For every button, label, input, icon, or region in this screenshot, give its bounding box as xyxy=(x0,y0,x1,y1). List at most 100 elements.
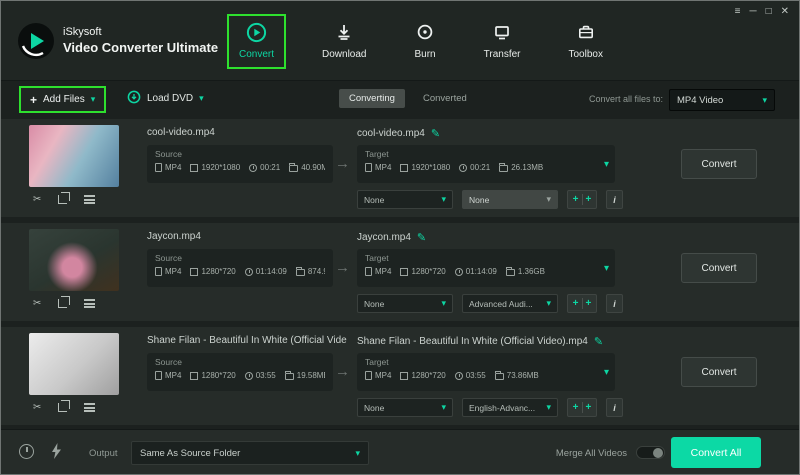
merge-toggle[interactable] xyxy=(636,446,665,459)
edit-icon[interactable]: ✎ xyxy=(417,231,426,244)
schedule-clock-icon[interactable] xyxy=(19,444,34,459)
video-row: ✂ Shane Filan - Beautiful In White (Offi… xyxy=(1,327,799,425)
target-settings-chevron-icon[interactable]: ▾ xyxy=(604,159,609,170)
tab-convert-label: Convert xyxy=(239,49,275,60)
tab-converted[interactable]: Converted xyxy=(413,89,477,108)
tab-transfer[interactable]: Transfer xyxy=(472,14,533,69)
target-panel: Target MP4 1280*720 01:14:09 1.36GB ▾ xyxy=(357,249,615,287)
edit-icon[interactable]: ✎ xyxy=(431,127,440,140)
format-item: MP4 xyxy=(365,267,391,276)
target-settings-chevron-icon[interactable]: ▾ xyxy=(604,367,609,378)
source-filename: Shane Filan - Beautiful In White (Offici… xyxy=(147,335,347,346)
maximize-button[interactable]: □ xyxy=(766,6,772,17)
effects-icon[interactable] xyxy=(84,401,96,413)
audio-dropdown[interactable]: None ▾ xyxy=(462,190,558,209)
trim-icon[interactable]: ✂ xyxy=(33,401,41,413)
trim-icon[interactable]: ✂ xyxy=(33,297,41,309)
transfer-icon xyxy=(493,21,511,43)
plus-icon: + xyxy=(30,92,38,107)
close-button[interactable]: ✕ xyxy=(781,6,789,17)
chevron-down-icon: ▾ xyxy=(546,402,551,412)
info-icon[interactable]: i xyxy=(606,398,623,417)
load-dvd-button[interactable]: Load DVD ▾ xyxy=(127,90,204,107)
source-label: Source xyxy=(155,253,182,263)
minimize-button[interactable]: ─ xyxy=(749,6,756,17)
download-icon xyxy=(335,21,353,43)
tab-converting[interactable]: Converting xyxy=(339,89,405,108)
tab-toolbox-label: Toolbox xyxy=(568,49,603,60)
format-item: MP4 xyxy=(155,163,181,172)
file-list: ✂ cool-video.mp4 Source MP4 1920*1080 00… xyxy=(1,119,799,431)
subtitle-dropdown[interactable]: None ▾ xyxy=(357,190,453,209)
audio-dropdown[interactable]: English-Advanc... ▾ xyxy=(462,398,558,417)
preset-row: None ▾ Advanced Audi... ▾ + + i xyxy=(357,294,623,313)
chevron-down-icon: ▾ xyxy=(546,298,551,308)
subtitle-dropdown[interactable]: None ▾ xyxy=(357,398,453,417)
video-thumbnail[interactable] xyxy=(29,125,119,187)
thumbnail-tools: ✂ xyxy=(33,399,117,413)
video-thumbnail[interactable] xyxy=(29,333,119,395)
subtitle-dropdown[interactable]: None ▾ xyxy=(357,294,453,313)
convert-button[interactable]: Convert xyxy=(681,253,757,283)
duration-item: 03:55 xyxy=(454,371,486,380)
resolution-item: 1920*1080 xyxy=(190,163,240,172)
video-thumbnail[interactable] xyxy=(29,229,119,291)
trim-icon[interactable]: ✂ xyxy=(33,193,41,205)
tab-download-label: Download xyxy=(322,49,367,60)
product-name: Video Converter Ultimate xyxy=(63,40,219,55)
target-settings-chevron-icon[interactable]: ▾ xyxy=(604,263,609,274)
clock-icon xyxy=(454,267,463,276)
tab-burn[interactable]: Burn xyxy=(403,14,448,69)
source-filename: cool-video.mp4 xyxy=(147,127,215,138)
effects-icon[interactable] xyxy=(84,193,96,205)
format-item: MP4 xyxy=(365,371,391,380)
info-icon[interactable]: i xyxy=(606,190,623,209)
edit-icon[interactable]: ✎ xyxy=(594,335,603,348)
add-files-button[interactable]: + Add Files ▾ xyxy=(19,86,107,113)
target-panel: Target MP4 1280*720 03:55 73.86MB ▾ xyxy=(357,353,615,391)
convert-all-button[interactable]: Convert All xyxy=(671,437,761,468)
clock-icon xyxy=(244,371,253,380)
target-label: Target xyxy=(365,253,389,263)
duration-item: 00:21 xyxy=(459,163,490,172)
toolbox-icon xyxy=(577,21,595,43)
file-icon xyxy=(365,267,372,276)
output-folder-dropdown[interactable]: Same As Source Folder ▾ xyxy=(131,441,369,465)
menu-icon[interactable]: ≡ xyxy=(735,6,741,17)
output-format-dropdown[interactable]: MP4 Video ▾ xyxy=(669,89,775,111)
effects-icon[interactable] xyxy=(84,297,96,309)
crop-icon[interactable] xyxy=(58,295,71,309)
toolbar: + Add Files ▾ Load DVD ▾ Converting Conv… xyxy=(1,82,799,118)
output-format-value: MP4 Video xyxy=(677,94,724,106)
video-row: ✂ cool-video.mp4 Source MP4 1920*1080 00… xyxy=(1,119,799,217)
chevron-down-icon: ▾ xyxy=(199,93,204,103)
info-icon[interactable]: i xyxy=(606,294,623,313)
resolution-item: 1920*1080 xyxy=(400,163,450,172)
target-filename: Jaycon.mp4 xyxy=(357,232,411,243)
add-track-button[interactable]: + + xyxy=(567,398,597,417)
main-nav: Convert Download Burn Transfer Toolbox xyxy=(227,14,615,69)
tab-download[interactable]: Download xyxy=(310,14,378,69)
folder-icon xyxy=(494,371,504,380)
convert-button[interactable]: Convert xyxy=(681,357,757,387)
convert-button[interactable]: Convert xyxy=(681,149,757,179)
resolution-item: 1280*720 xyxy=(400,371,446,380)
size-item: 40.90MB xyxy=(289,163,325,172)
high-speed-icon[interactable] xyxy=(51,443,62,464)
audio-dropdown[interactable]: Advanced Audi... ▾ xyxy=(462,294,558,313)
add-track-button[interactable]: + + xyxy=(567,190,597,209)
tab-toolbox[interactable]: Toolbox xyxy=(557,14,615,69)
app-logo-icon xyxy=(17,22,55,60)
target-filename-row: cool-video.mp4 ✎ xyxy=(357,127,440,140)
crop-icon[interactable] xyxy=(58,191,71,205)
crop-icon[interactable] xyxy=(58,399,71,413)
tab-convert[interactable]: Convert xyxy=(227,14,287,69)
source-meta: MP4 1280*720 03:55 19.58MB xyxy=(155,371,325,380)
target-label: Target xyxy=(365,149,389,159)
source-panel: Source MP4 1920*1080 00:21 40.90MB xyxy=(147,145,333,183)
window-controls: ≡ ─ □ ✕ xyxy=(735,6,789,17)
source-filename: Jaycon.mp4 xyxy=(147,231,201,242)
add-track-button[interactable]: + + xyxy=(567,294,597,313)
preset-row: None ▾ None ▾ + + i xyxy=(357,190,623,209)
target-filename-row: Jaycon.mp4 ✎ xyxy=(357,231,426,244)
